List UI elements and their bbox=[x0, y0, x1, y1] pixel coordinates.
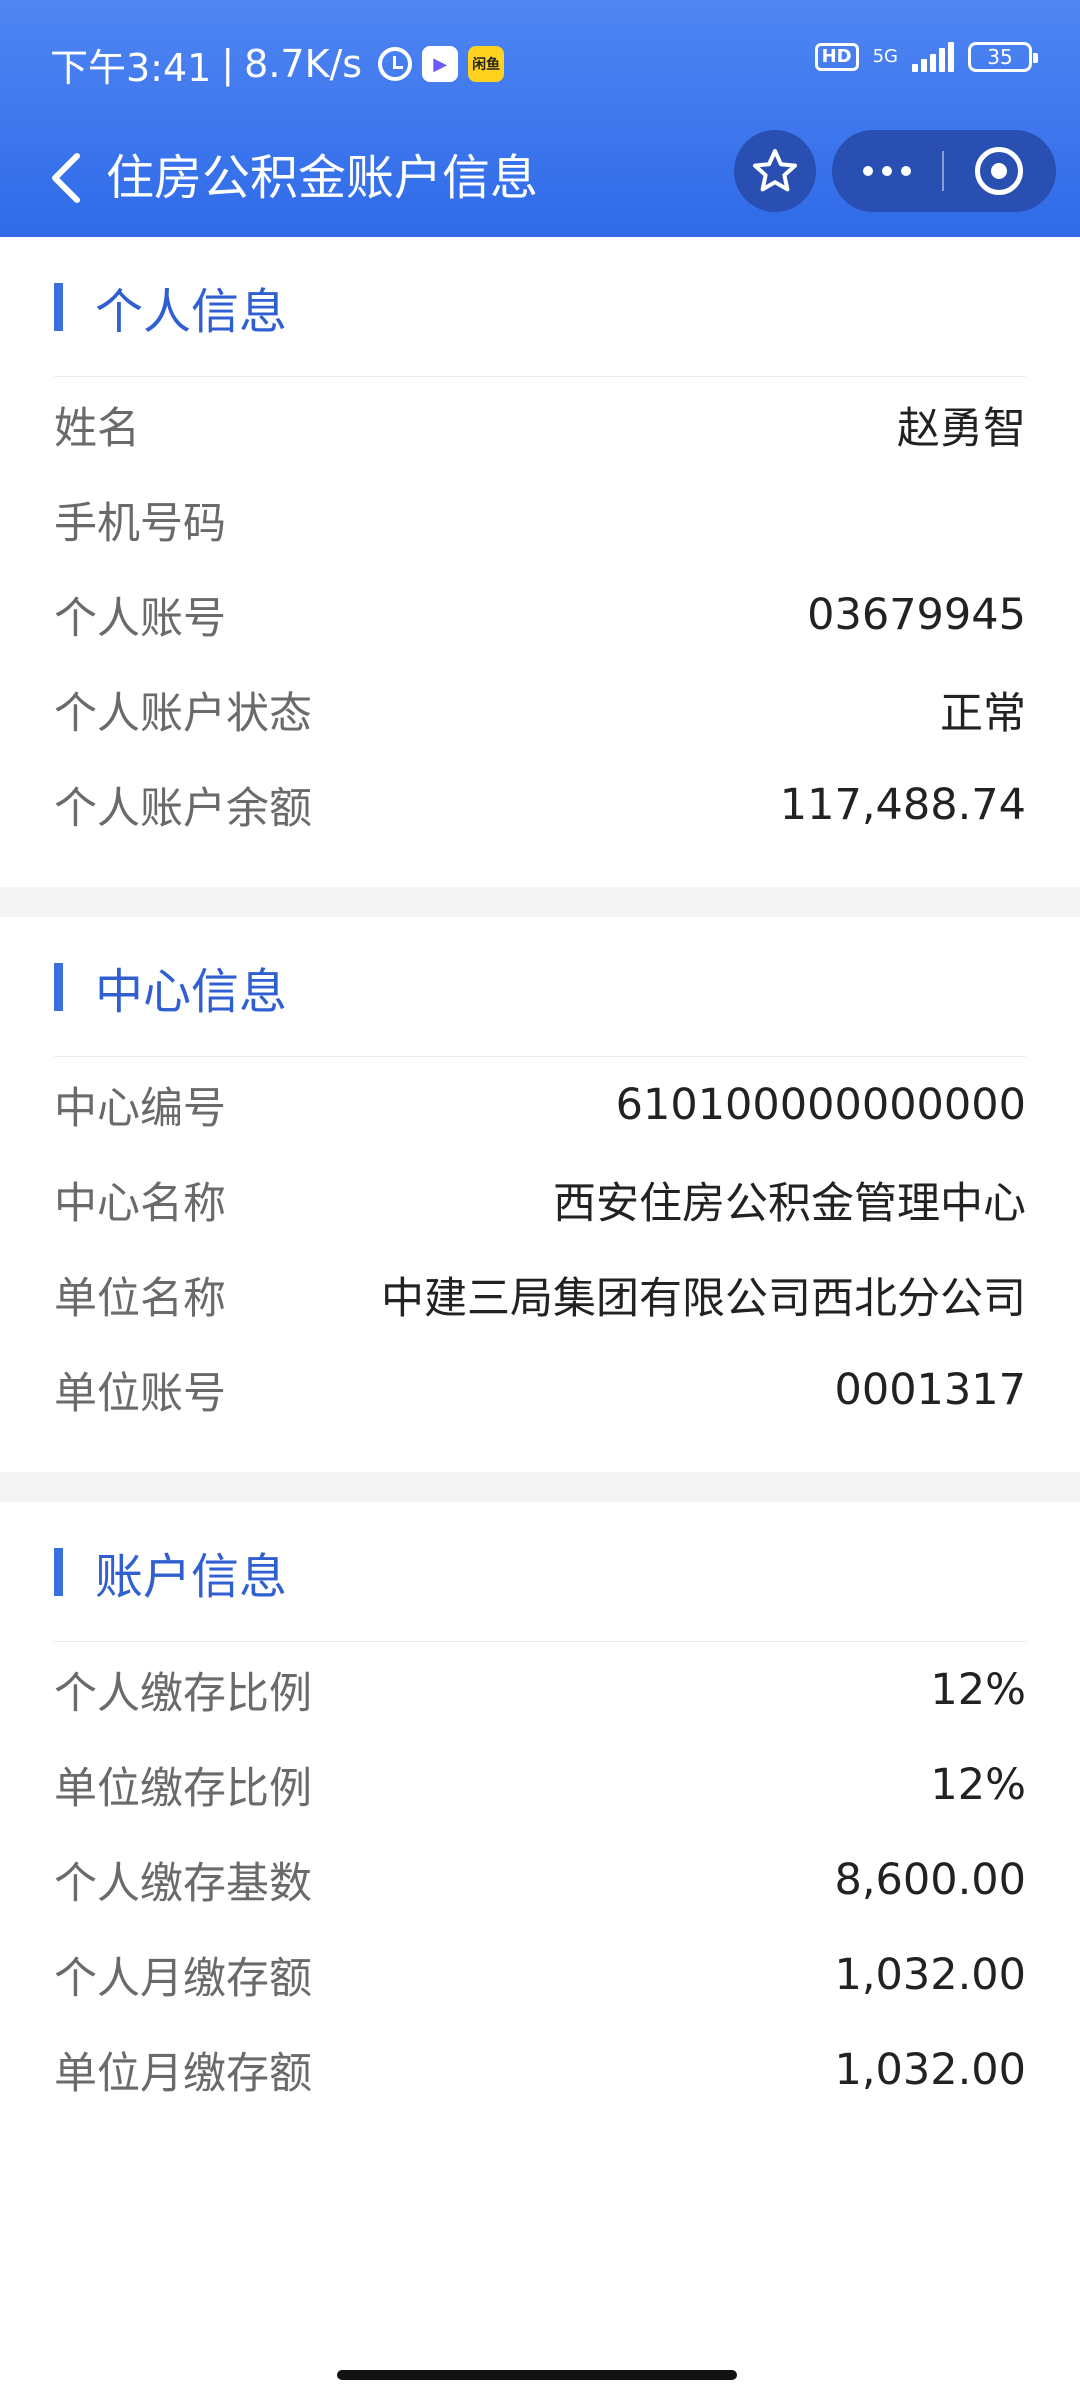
chevron-left-icon bbox=[52, 153, 80, 203]
row-value: 0001317 bbox=[834, 1364, 1026, 1415]
status-time: 下午3:41 bbox=[50, 45, 212, 90]
more-dot-icon bbox=[863, 166, 873, 176]
home-indicator[interactable] bbox=[337, 2370, 737, 2380]
status-net-speed: 8.7K/s bbox=[244, 42, 363, 86]
center-info-section: 中心信息 中心编号 610100000000000 中心名称 西安住房公积金管理… bbox=[0, 917, 1080, 1472]
row-label: 姓名 bbox=[54, 403, 140, 454]
info-row-employer-account: 单位账号 0001317 bbox=[54, 1342, 1026, 1437]
star-icon bbox=[753, 149, 797, 192]
row-label: 单位月缴存额 bbox=[54, 2048, 312, 2099]
battery-level: 35 bbox=[987, 45, 1013, 69]
status-separator: | bbox=[221, 42, 235, 86]
status-right: HD 5G 35 bbox=[814, 42, 1038, 72]
info-row-name: 姓名 赵勇智 bbox=[54, 377, 1026, 472]
row-value: 117,488.74 bbox=[779, 779, 1026, 830]
row-value: 正常 bbox=[940, 688, 1026, 739]
header: 下午3:41 | 8.7K/s ▶ 闲鱼 HD 5G 35 住房公积金账户信息 bbox=[0, 0, 1080, 237]
row-value: 03679945 bbox=[807, 589, 1026, 640]
section-header: 个人信息 bbox=[54, 237, 1026, 377]
personal-info-rows: 姓名 赵勇智 手机号码 个人账号 03679945 个人账户状态 正常 个人账户… bbox=[54, 377, 1026, 852]
favorite-button[interactable] bbox=[734, 130, 816, 212]
row-label: 个人账户余额 bbox=[54, 783, 312, 834]
info-row-employer-monthly: 单位月缴存额 1,032.00 bbox=[54, 2022, 1026, 2117]
section-marker bbox=[54, 282, 63, 331]
section-marker bbox=[54, 962, 63, 1011]
row-value: 赵勇智 bbox=[897, 403, 1026, 454]
info-row-personal-monthly: 个人月缴存额 1,032.00 bbox=[54, 1927, 1026, 2022]
video-app-icon: ▶ bbox=[422, 46, 459, 82]
section-title: 中心信息 bbox=[95, 963, 288, 1020]
mini-program-capsule bbox=[832, 130, 1056, 212]
row-label: 中心编号 bbox=[54, 1083, 226, 1134]
section-title: 账户信息 bbox=[95, 1548, 288, 1605]
row-value: 12% bbox=[930, 1664, 1026, 1715]
section-marker bbox=[54, 1547, 63, 1596]
app-bar: 住房公积金账户信息 bbox=[0, 128, 1080, 237]
row-value: 610100000000000 bbox=[615, 1079, 1026, 1130]
info-row-center-name: 中心名称 西安住房公积金管理中心 bbox=[54, 1152, 1026, 1247]
target-close-icon bbox=[975, 147, 1023, 195]
info-row-personal-rate: 个人缴存比例 12% bbox=[54, 1642, 1026, 1737]
info-row-employer-name: 单位名称 中建三局集团有限公司西北分公司 bbox=[54, 1247, 1026, 1342]
row-label: 手机号码 bbox=[54, 498, 226, 549]
alarm-icon bbox=[378, 47, 413, 81]
row-label: 个人账户状态 bbox=[54, 688, 312, 739]
info-row-balance: 个人账户余额 117,488.74 bbox=[54, 757, 1026, 852]
row-label: 个人缴存比例 bbox=[54, 1668, 312, 1719]
account-info-rows: 个人缴存比例 12% 单位缴存比例 12% 个人缴存基数 8,600.00 个人… bbox=[54, 1642, 1026, 2117]
row-value: 12% bbox=[930, 1759, 1026, 1810]
row-label: 单位缴存比例 bbox=[54, 1763, 312, 1814]
section-divider bbox=[0, 1472, 1080, 1502]
status-bar: 下午3:41 | 8.7K/s ▶ 闲鱼 HD 5G 35 bbox=[0, 0, 1080, 128]
back-button[interactable] bbox=[30, 138, 100, 218]
row-value: 西安住房公积金管理中心 bbox=[553, 1178, 1026, 1229]
row-label: 单位名称 bbox=[54, 1273, 226, 1324]
status-left: 下午3:41 | 8.7K/s ▶ 闲鱼 bbox=[50, 40, 505, 90]
info-row-account-status: 个人账户状态 正常 bbox=[54, 662, 1026, 757]
page-title: 住房公积金账户信息 bbox=[106, 150, 539, 206]
more-dot-icon bbox=[882, 166, 892, 176]
close-mini-program-button[interactable] bbox=[944, 130, 1054, 212]
row-value: 8,600.00 bbox=[834, 1854, 1026, 1905]
network-type: 5G bbox=[872, 46, 898, 67]
personal-info-section: 个人信息 姓名 赵勇智 手机号码 个人账号 03679945 个人账户状态 正常… bbox=[0, 237, 1080, 887]
info-row-employer-rate: 单位缴存比例 12% bbox=[54, 1737, 1026, 1832]
section-header: 中心信息 bbox=[54, 917, 1026, 1057]
center-info-rows: 中心编号 610100000000000 中心名称 西安住房公积金管理中心 单位… bbox=[54, 1057, 1026, 1437]
info-row-account-number: 个人账号 03679945 bbox=[54, 567, 1026, 662]
row-value: 中建三局集团有限公司西北分公司 bbox=[381, 1273, 1026, 1324]
section-divider bbox=[0, 887, 1080, 917]
row-label: 个人账号 bbox=[54, 593, 226, 644]
hd-icon: HD bbox=[814, 43, 859, 71]
info-row-contribution-base: 个人缴存基数 8,600.00 bbox=[54, 1832, 1026, 1927]
account-info-section: 账户信息 个人缴存比例 12% 单位缴存比例 12% 个人缴存基数 8,600.… bbox=[0, 1502, 1080, 2162]
more-dot-icon bbox=[901, 166, 911, 176]
row-value: 1,032.00 bbox=[834, 2044, 1026, 2095]
row-label: 个人月缴存额 bbox=[54, 1953, 312, 2004]
more-button[interactable] bbox=[832, 130, 942, 212]
xianyu-app-icon: 闲鱼 bbox=[468, 46, 505, 82]
info-row-center-code: 中心编号 610100000000000 bbox=[54, 1057, 1026, 1152]
row-label: 单位账号 bbox=[54, 1368, 226, 1419]
row-value: 1,032.00 bbox=[834, 1949, 1026, 2000]
info-row-phone: 手机号码 bbox=[54, 472, 1026, 567]
row-label: 中心名称 bbox=[54, 1178, 226, 1229]
section-header: 账户信息 bbox=[54, 1502, 1026, 1642]
row-label: 个人缴存基数 bbox=[54, 1858, 312, 1909]
signal-icon bbox=[912, 42, 954, 72]
section-title: 个人信息 bbox=[95, 283, 288, 340]
battery-icon: 35 bbox=[968, 42, 1038, 72]
